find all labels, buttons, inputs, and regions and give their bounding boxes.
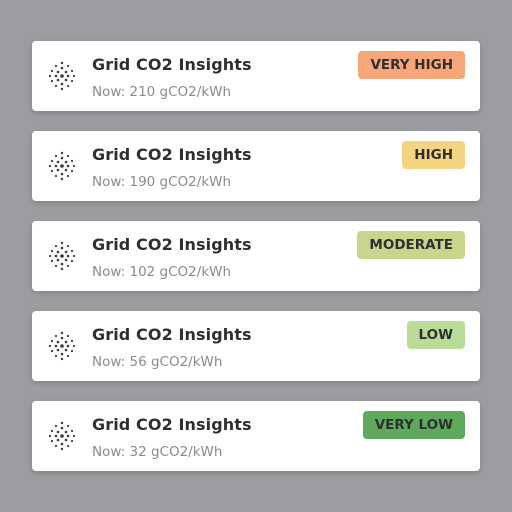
level-badge: LOW bbox=[406, 321, 465, 349]
card-title: Grid CO2 Insights bbox=[92, 325, 252, 344]
card-subtitle: Now: 32 gCO2/kWh bbox=[92, 444, 223, 460]
card-title: Grid CO2 Insights bbox=[92, 55, 252, 74]
notification-card-high[interactable]: Grid CO2 Insights Now: 190 gCO2/kWh HIGH bbox=[32, 131, 480, 201]
level-badge: HIGH bbox=[402, 141, 465, 169]
notification-card-very-low[interactable]: Grid CO2 Insights Now: 32 gCO2/kWh VERY … bbox=[32, 401, 480, 471]
dotted-globe-icon bbox=[44, 148, 80, 184]
dotted-globe-icon bbox=[44, 328, 80, 364]
level-badge: VERY HIGH bbox=[358, 51, 465, 79]
card-title: Grid CO2 Insights bbox=[92, 235, 252, 254]
notification-card-moderate[interactable]: Grid CO2 Insights Now: 102 gCO2/kWh MODE… bbox=[32, 221, 480, 291]
dotted-globe-icon bbox=[44, 58, 80, 94]
dotted-globe-icon bbox=[44, 418, 80, 454]
card-title: Grid CO2 Insights bbox=[92, 145, 252, 164]
card-title: Grid CO2 Insights bbox=[92, 415, 252, 434]
level-badge: VERY LOW bbox=[362, 411, 465, 439]
card-subtitle: Now: 56 gCO2/kWh bbox=[92, 354, 223, 370]
level-badge: MODERATE bbox=[357, 231, 465, 259]
notification-stack: Grid CO2 Insights Now: 210 gCO2/kWh VERY… bbox=[0, 0, 512, 512]
notification-card-low[interactable]: Grid CO2 Insights Now: 56 gCO2/kWh LOW bbox=[32, 311, 480, 381]
dotted-globe-icon bbox=[44, 238, 80, 274]
card-subtitle: Now: 102 gCO2/kWh bbox=[92, 264, 232, 280]
notification-card-very-high[interactable]: Grid CO2 Insights Now: 210 gCO2/kWh VERY… bbox=[32, 41, 480, 111]
card-subtitle: Now: 210 gCO2/kWh bbox=[92, 84, 232, 100]
card-subtitle: Now: 190 gCO2/kWh bbox=[92, 174, 232, 190]
